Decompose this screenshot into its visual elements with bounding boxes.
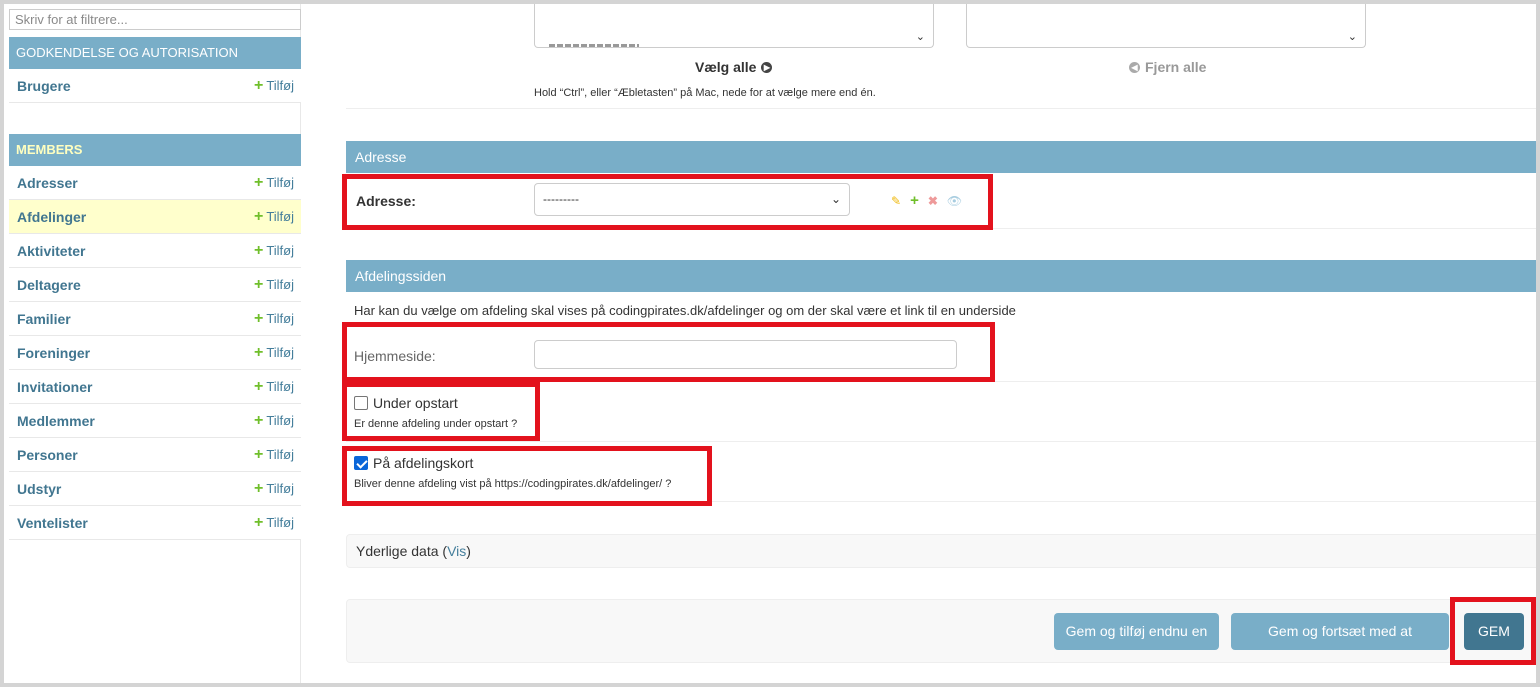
- plus-icon: +: [253, 377, 264, 395]
- add-label: Tilføj: [266, 447, 294, 462]
- remove-all-label: Fjern alle: [1145, 59, 1207, 75]
- add-link-familier[interactable]: + Tilføj: [253, 309, 294, 327]
- plus-icon: +: [253, 76, 264, 94]
- model-link-familier[interactable]: Familier: [17, 311, 71, 327]
- chevron-down-icon: ⌄: [1347, 31, 1357, 43]
- model-link-brugere[interactable]: Brugere: [17, 78, 71, 94]
- choose-all-link[interactable]: Vælg alle ▶: [695, 59, 773, 75]
- add-link-udstyr[interactable]: + Tilføj: [253, 479, 294, 497]
- sidebar-item-udstyr: Udstyr + Tilføj: [9, 472, 301, 506]
- plus-icon: +: [253, 343, 264, 361]
- add-label: Tilføj: [266, 175, 294, 190]
- model-link-udstyr[interactable]: Udstyr: [17, 481, 61, 497]
- plus-icon: +: [253, 445, 264, 463]
- plus-icon: +: [253, 479, 264, 497]
- annotation-box-adresse: [342, 174, 993, 230]
- sidebar-item-familier: Familier + Tilføj: [9, 302, 301, 336]
- plus-icon: +: [253, 173, 264, 191]
- selector-help-text: Hold “Ctrl”, eller “Æbletasten” på Mac, …: [534, 87, 876, 99]
- add-link-adresser[interactable]: + Tilføj: [253, 173, 294, 191]
- show-extra-link[interactable]: Vis: [447, 543, 466, 559]
- save-add-another-button[interactable]: Gem og tilføj endnu en: [1054, 613, 1219, 650]
- plus-icon: +: [253, 411, 264, 429]
- sidebar-item-personer: Personer + Tilføj: [9, 438, 301, 472]
- add-label: Tilføj: [266, 78, 294, 93]
- add-link-medlemmer[interactable]: + Tilføj: [253, 411, 294, 429]
- fieldset-caption-afdelingssiden: Afdelingssiden: [346, 260, 1536, 292]
- save-continue-button[interactable]: Gem og fortsæt med at redigere: [1231, 613, 1449, 676]
- add-link-invitationer[interactable]: + Tilføj: [253, 377, 294, 395]
- model-link-invitationer[interactable]: Invitationer: [17, 379, 92, 395]
- divider: [346, 441, 1536, 442]
- sidebar-item-foreninger: Foreninger + Tilføj: [9, 336, 301, 370]
- sidebar-item-deltagere: Deltagere + Tilføj: [9, 268, 301, 302]
- chevron-down-icon: ⌄: [915, 31, 925, 43]
- add-label: Tilføj: [266, 277, 294, 292]
- add-link-foreninger[interactable]: + Tilføj: [253, 343, 294, 361]
- sidebar-item-medlemmer: Medlemmer + Tilføj: [9, 404, 301, 438]
- sidebar-item-brugere: Brugere + Tilføj: [9, 69, 301, 103]
- chosen-selectbox[interactable]: ⌄: [966, 4, 1366, 48]
- sidebar-item-aktiviteter: Aktiviteter + Tilføj: [9, 234, 301, 268]
- extra-caption-end: ): [466, 543, 471, 559]
- plus-icon: +: [253, 309, 264, 327]
- extra-caption: Yderlige data (: [356, 543, 448, 559]
- add-link-aktiviteter[interactable]: + Tilføj: [253, 241, 294, 259]
- model-link-aktiviteter[interactable]: Aktiviteter: [17, 243, 85, 259]
- remove-all-link[interactable]: ◀ Fjern alle: [1129, 59, 1206, 75]
- plus-icon: +: [253, 275, 264, 293]
- choose-all-label: Vælg alle: [695, 59, 757, 75]
- add-link-afdelinger[interactable]: + Tilføj: [253, 207, 294, 225]
- add-label: Tilføj: [266, 379, 294, 394]
- add-label: Tilføj: [266, 243, 294, 258]
- add-label: Tilføj: [266, 413, 294, 428]
- sidebar-item-ventelister: Ventelister + Tilføj: [9, 506, 301, 540]
- sidebar-filter-input[interactable]: [9, 9, 301, 30]
- admin-page: GODKENDELSE OG AUTORISATION Brugere +Til…: [4, 4, 1536, 683]
- add-link-ventelister[interactable]: + Tilføj: [253, 513, 294, 531]
- plus-icon: +: [253, 241, 264, 259]
- add-label: Tilføj: [266, 209, 294, 224]
- model-link-ventelister[interactable]: Ventelister: [17, 515, 88, 531]
- arrow-right-circle-icon: ▶: [761, 61, 773, 73]
- add-link-brugere[interactable]: + Tilføj: [253, 76, 294, 94]
- sidebar: GODKENDELSE OG AUTORISATION Brugere +Til…: [4, 4, 301, 683]
- model-link-medlemmer[interactable]: Medlemmer: [17, 413, 95, 429]
- add-label: Tilføj: [266, 311, 294, 326]
- annotation-box-under-opstart: [342, 382, 540, 441]
- model-link-personer[interactable]: Personer: [17, 447, 78, 463]
- annotation-box-hjemmeside: [342, 322, 995, 382]
- plus-icon: +: [253, 513, 264, 531]
- add-label: Tilføj: [266, 481, 294, 496]
- add-label: Tilføj: [266, 515, 294, 530]
- collapsed-fieldset-extra: Yderlige data (Vis): [346, 534, 1536, 568]
- fieldset-caption-adresse: Adresse: [346, 141, 1536, 173]
- module-caption-members[interactable]: MEMBERS: [9, 134, 301, 166]
- change-form: ⌄ ⌄ Vælg alle ▶ ◀ Fjern alle Hold “Ctrl”…: [302, 4, 1536, 683]
- available-selectbox[interactable]: ⌄: [534, 4, 934, 48]
- model-link-adresser[interactable]: Adresser: [17, 175, 78, 191]
- divider: [346, 108, 1536, 109]
- add-link-deltagere[interactable]: + Tilføj: [253, 275, 294, 293]
- module-caption-auth[interactable]: GODKENDELSE OG AUTORISATION: [9, 37, 301, 69]
- model-link-deltagere[interactable]: Deltagere: [17, 277, 81, 293]
- arrow-left-circle-icon: ◀: [1129, 61, 1140, 73]
- add-link-personer[interactable]: + Tilføj: [253, 445, 294, 463]
- annotation-box-paa-afdelingskort: [342, 446, 712, 506]
- model-link-afdelinger[interactable]: Afdelinger: [17, 209, 86, 225]
- fieldset-description: Har kan du vælge om afdeling skal vises …: [354, 303, 1016, 318]
- sidebar-item-afdelinger: Afdelinger + Tilføj: [9, 200, 301, 234]
- annotation-box-save: [1450, 597, 1536, 665]
- model-link-foreninger[interactable]: Foreninger: [17, 345, 90, 361]
- sidebar-item-invitationer: Invitationer + Tilføj: [9, 370, 301, 404]
- sidebar-item-adresser: Adresser + Tilføj: [9, 166, 301, 200]
- clipped-option: [549, 44, 639, 47]
- plus-icon: +: [253, 207, 264, 225]
- add-label: Tilføj: [266, 345, 294, 360]
